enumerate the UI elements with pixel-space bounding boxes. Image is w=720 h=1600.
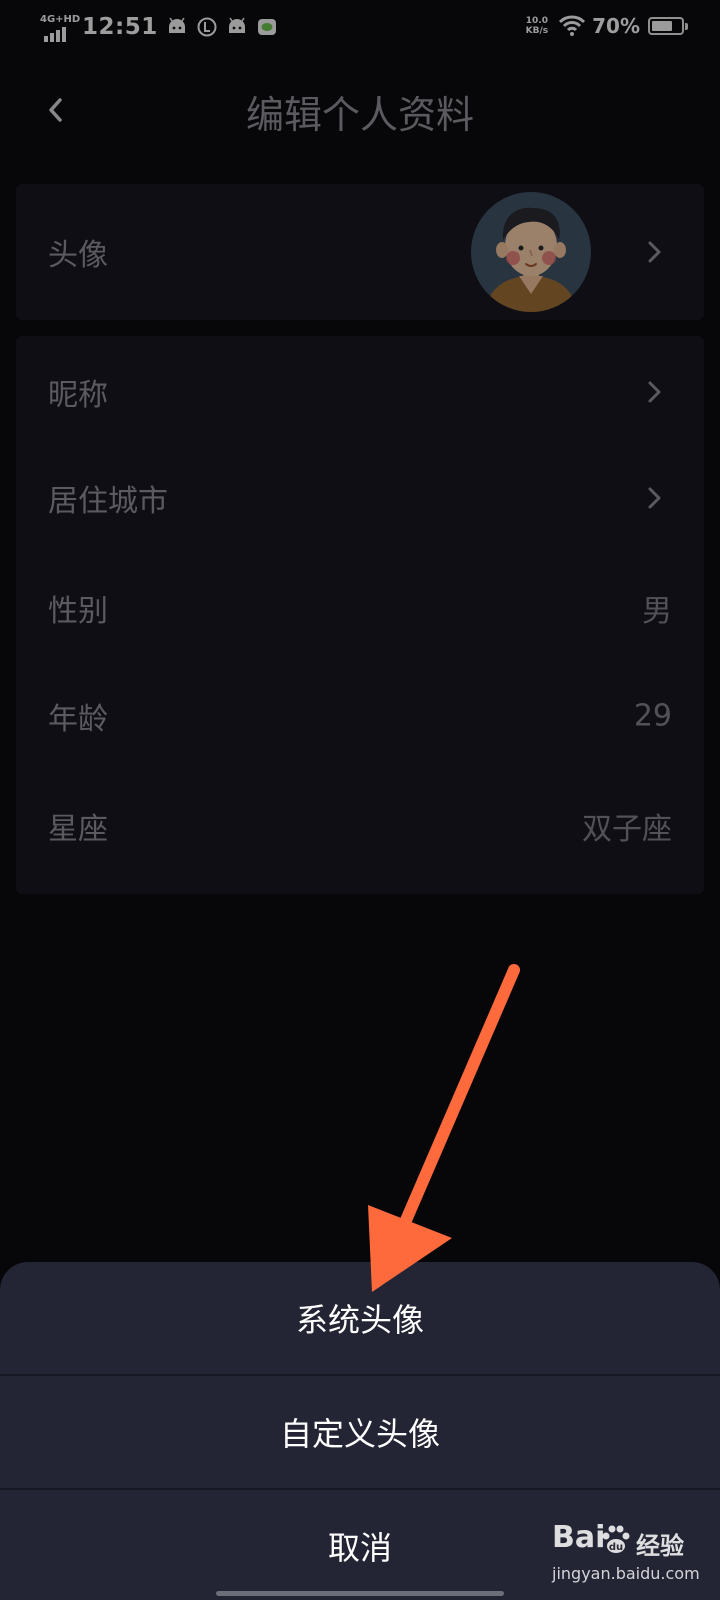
custom-avatar-button[interactable]: 自定义头像 [0,1376,720,1488]
home-indicator[interactable] [216,1591,504,1596]
system-avatar-button[interactable]: 系统头像 [0,1262,720,1374]
svg-text:du: du [609,1542,623,1553]
baidu-watermark: Bai du 经验 jingyan.baidu.com [552,1520,712,1590]
watermark-url: jingyan.baidu.com [552,1564,700,1583]
watermark-brand-cn: 经验 [636,1532,684,1560]
paw-icon: du [602,1525,630,1553]
